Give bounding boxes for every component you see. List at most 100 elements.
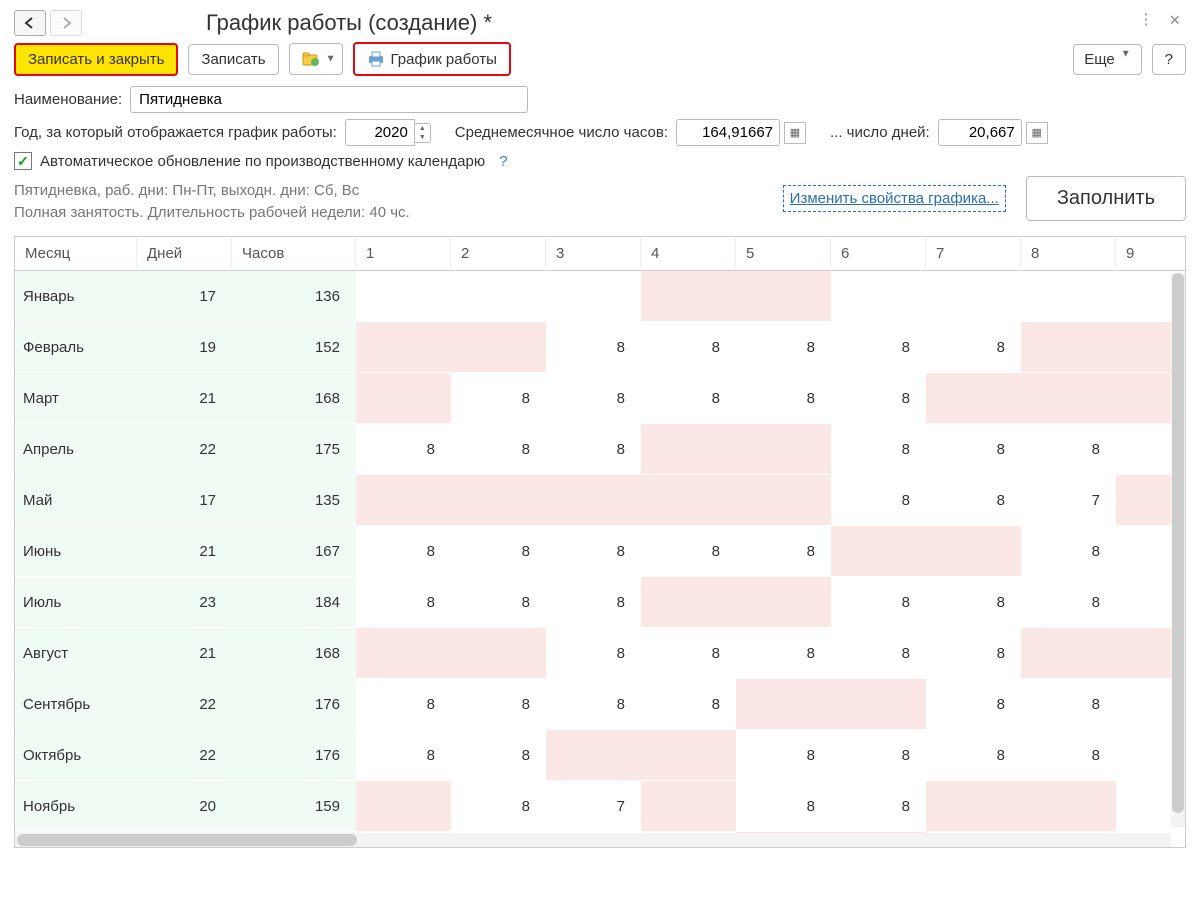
table-cell[interactable] — [736, 424, 831, 475]
table-cell[interactable]: 8 — [831, 424, 926, 475]
table-cell[interactable]: 8 — [1021, 526, 1116, 577]
table-cell[interactable]: 8 — [926, 730, 1021, 781]
column-header[interactable]: 9 — [1116, 237, 1186, 271]
avg-hours-input[interactable] — [676, 119, 780, 146]
table-cell[interactable] — [736, 577, 831, 628]
table-cell[interactable] — [1021, 271, 1116, 322]
column-header[interactable]: 5 — [736, 237, 831, 271]
table-cell[interactable]: Октябрь — [15, 730, 137, 781]
menu-dots-icon[interactable]: ⋮ — [1138, 10, 1153, 31]
table-cell[interactable]: 17 — [137, 475, 232, 526]
table-cell[interactable]: 167 — [232, 526, 356, 577]
column-header[interactable]: Дней — [137, 237, 232, 271]
more-button[interactable]: Еще▼ — [1073, 44, 1141, 75]
column-header[interactable]: Месяц — [15, 237, 137, 271]
table-cell[interactable]: 8 — [451, 679, 546, 730]
table-cell[interactable]: 159 — [232, 781, 356, 832]
close-icon[interactable]: × — [1169, 10, 1180, 31]
table-cell[interactable]: 8 — [451, 424, 546, 475]
table-cell[interactable]: 21 — [137, 373, 232, 424]
table-cell[interactable]: 8 — [926, 322, 1021, 373]
fill-button[interactable]: Заполнить — [1026, 176, 1186, 221]
help-hint-icon[interactable]: ? — [499, 153, 507, 170]
table-cell[interactable] — [831, 271, 926, 322]
table-cell[interactable]: 8 — [356, 730, 451, 781]
table-cell[interactable] — [641, 271, 736, 322]
table-cell[interactable]: 20 — [137, 781, 232, 832]
table-cell[interactable]: 8 — [356, 526, 451, 577]
table-cell[interactable]: 8 — [356, 679, 451, 730]
table-cell[interactable]: 8 — [831, 322, 926, 373]
nav-forward-button[interactable] — [50, 10, 82, 36]
table-cell[interactable]: 21 — [137, 526, 232, 577]
table-cell[interactable]: 184 — [232, 577, 356, 628]
year-up-button[interactable]: ▲ — [415, 124, 430, 133]
table-cell[interactable]: 8 — [831, 628, 926, 679]
table-cell[interactable]: 8 — [451, 781, 546, 832]
table-cell[interactable]: 8 — [451, 373, 546, 424]
column-header[interactable]: 8 — [1021, 237, 1116, 271]
column-header[interactable]: 2 — [451, 237, 546, 271]
table-cell[interactable]: 8 — [926, 679, 1021, 730]
table-cell[interactable] — [1021, 322, 1116, 373]
change-properties-link[interactable]: Изменить свойства графика... — [783, 185, 1006, 212]
horizontal-scrollbar[interactable] — [15, 833, 1171, 847]
table-cell[interactable]: 8 — [1021, 730, 1116, 781]
table-cell[interactable]: 8 — [1021, 679, 1116, 730]
auto-update-checkbox[interactable]: ✓ — [14, 152, 32, 170]
table-cell[interactable] — [831, 526, 926, 577]
table-cell[interactable]: 8 — [546, 373, 641, 424]
table-cell[interactable] — [356, 322, 451, 373]
year-input[interactable] — [345, 119, 415, 146]
table-cell[interactable] — [641, 424, 736, 475]
table-cell[interactable] — [1021, 373, 1116, 424]
table-cell[interactable]: 17 — [137, 271, 232, 322]
table-cell[interactable]: 176 — [232, 679, 356, 730]
table-cell[interactable]: 8 — [831, 373, 926, 424]
table-cell[interactable] — [451, 322, 546, 373]
table-cell[interactable]: 8 — [356, 577, 451, 628]
column-header[interactable]: 3 — [546, 237, 641, 271]
table-cell[interactable] — [356, 475, 451, 526]
table-cell[interactable]: Март — [15, 373, 137, 424]
table-cell[interactable]: 8 — [831, 781, 926, 832]
table-cell[interactable]: 8 — [641, 679, 736, 730]
table-cell[interactable] — [736, 475, 831, 526]
column-header[interactable]: 6 — [831, 237, 926, 271]
table-cell[interactable] — [451, 475, 546, 526]
table-cell[interactable] — [926, 781, 1021, 832]
table-cell[interactable]: 8 — [926, 628, 1021, 679]
table-cell[interactable] — [641, 730, 736, 781]
table-cell[interactable]: Июнь — [15, 526, 137, 577]
table-cell[interactable]: 176 — [232, 730, 356, 781]
column-header[interactable]: Часов — [232, 237, 356, 271]
table-cell[interactable]: 8 — [926, 475, 1021, 526]
table-cell[interactable]: 8 — [736, 781, 831, 832]
table-cell[interactable]: Февраль — [15, 322, 137, 373]
table-cell[interactable] — [356, 628, 451, 679]
save-button[interactable]: Записать — [188, 44, 278, 75]
table-cell[interactable]: 7 — [1021, 475, 1116, 526]
table-cell[interactable]: 8 — [641, 373, 736, 424]
calculator-icon[interactable]: ▦ — [1026, 122, 1048, 144]
table-cell[interactable]: 168 — [232, 628, 356, 679]
table-cell[interactable]: 8 — [1021, 577, 1116, 628]
table-cell[interactable]: 8 — [926, 577, 1021, 628]
table-cell[interactable]: Май — [15, 475, 137, 526]
table-cell[interactable] — [451, 628, 546, 679]
year-down-button[interactable]: ▼ — [415, 133, 430, 142]
name-input[interactable] — [130, 86, 528, 113]
avg-days-input[interactable] — [938, 119, 1022, 146]
column-header[interactable]: 7 — [926, 237, 1021, 271]
table-cell[interactable] — [926, 271, 1021, 322]
table-cell[interactable]: 8 — [736, 373, 831, 424]
column-header[interactable]: 4 — [641, 237, 736, 271]
table-cell[interactable] — [1021, 628, 1116, 679]
table-cell[interactable]: 8 — [1021, 424, 1116, 475]
table-cell[interactable]: Январь — [15, 271, 137, 322]
table-cell[interactable]: 8 — [546, 322, 641, 373]
table-cell[interactable]: 8 — [736, 628, 831, 679]
table-cell[interactable] — [831, 679, 926, 730]
table-cell[interactable]: 8 — [831, 475, 926, 526]
table-cell[interactable]: 22 — [137, 679, 232, 730]
